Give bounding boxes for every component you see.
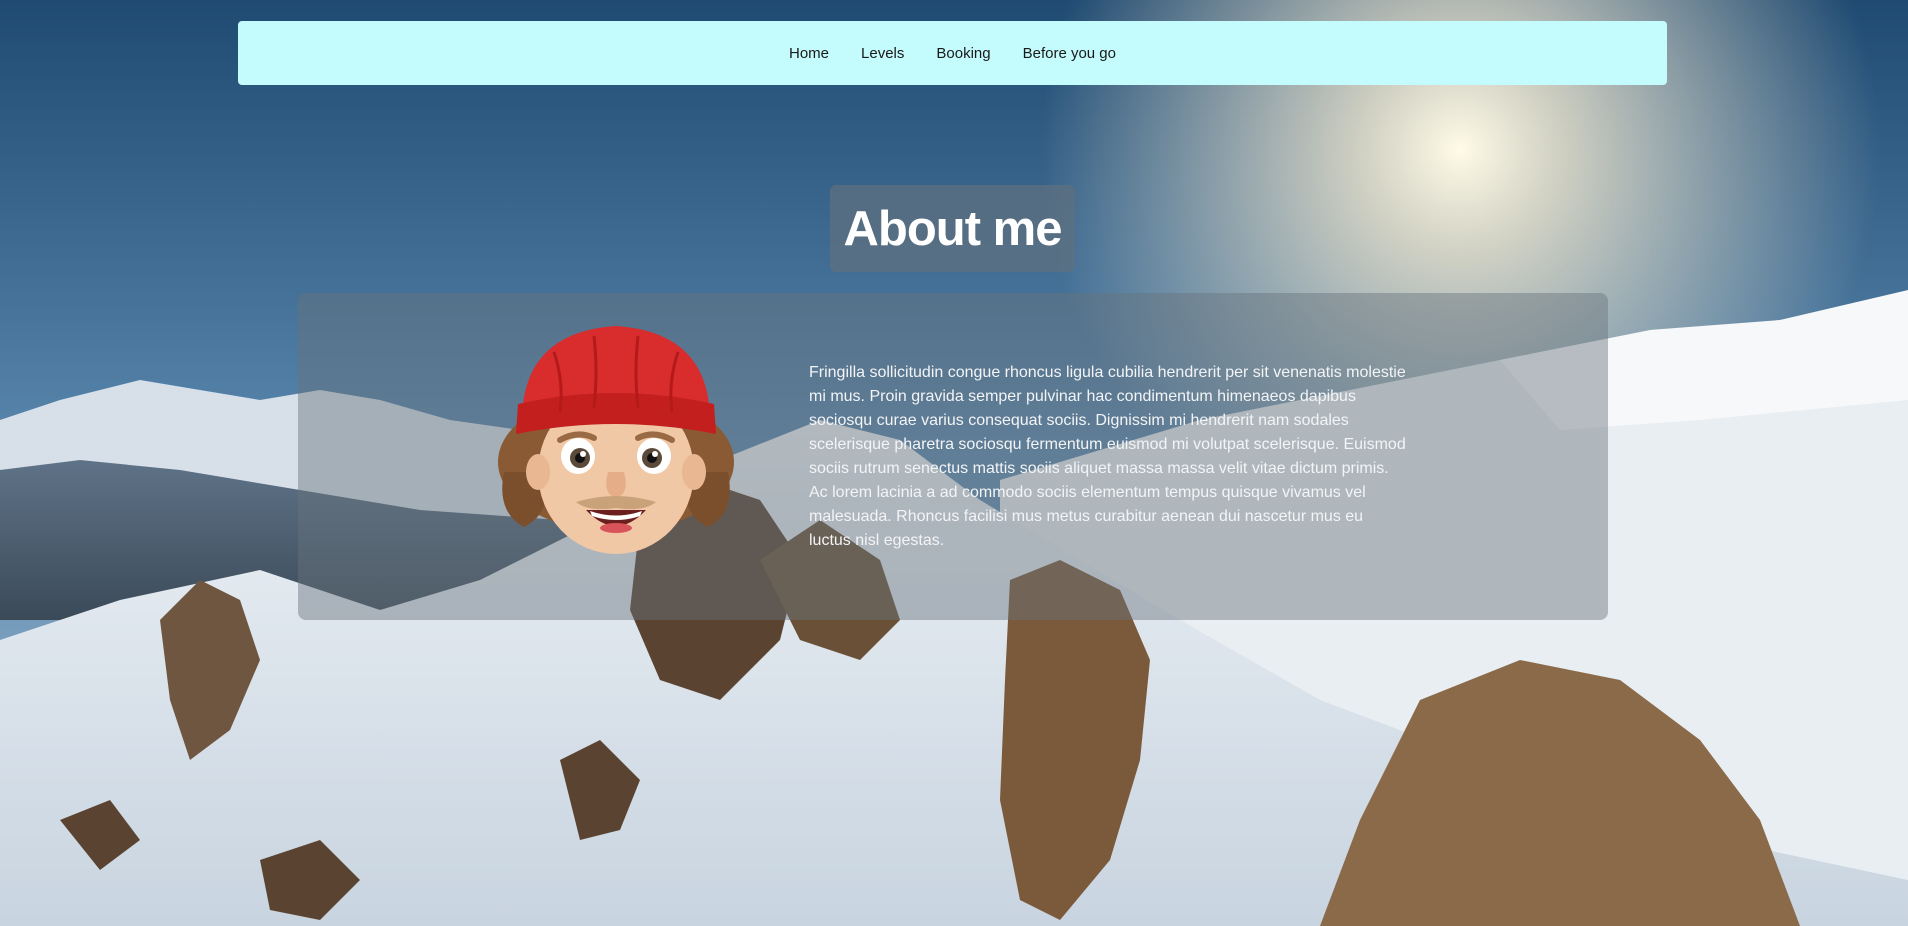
nav-link-home[interactable]: Home	[789, 45, 829, 62]
about-bio-text: Fringilla sollicitudin congue rhoncus li…	[809, 364, 1406, 549]
nav-link-levels[interactable]: Levels	[861, 45, 904, 62]
nav-link-before-you-go[interactable]: Before you go	[1023, 45, 1116, 62]
page: Home Levels Booking Before you go About …	[0, 0, 1908, 926]
nav-link-booking[interactable]: Booking	[936, 45, 990, 62]
top-nav-bar: Home Levels Booking Before you go	[238, 21, 1667, 85]
page-title-box: About me	[830, 185, 1075, 272]
page-title: About me	[843, 201, 1063, 256]
memoji-avatar-icon	[498, 326, 734, 554]
